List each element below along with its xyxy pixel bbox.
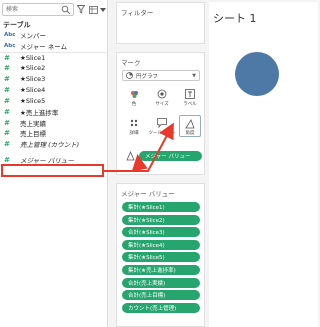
measure-pill[interactable]: 集計(★Slice4) [122,239,200,250]
chevron-down-icon[interactable] [99,3,106,16]
field-label: メンバー [20,32,46,41]
number-type-icon: # [4,107,10,116]
pie-chart-icon [126,72,133,79]
color-button[interactable]: 色 [123,86,145,108]
field-label: ★Slice1 [20,53,46,62]
tooltip-label: ツールヒント [148,131,176,136]
field-label: ★売上進捗率 [20,108,59,117]
number-type-icon: # [4,75,10,83]
section-title: テーブル [3,21,31,29]
measure-pill[interactable]: 合計(売上実績) [122,277,200,288]
field-item-sales-actual[interactable]: # 売上実績 [0,117,108,128]
mark-type-label: 円グラフ [136,73,159,80]
measure-pill[interactable]: 合計(売上目標) [122,290,200,301]
angle-button[interactable]: 角度 [179,115,201,137]
angle-pill-icon [126,151,135,161]
angle-measure-pill[interactable]: メジャー バリュー [139,151,202,161]
measure-pill[interactable]: 合計(★Slice3) [122,227,200,238]
number-type-icon: # [4,96,10,105]
pie-chart[interactable] [235,52,279,96]
chevron-down-icon: ▼ [192,73,196,79]
field-label: ★Slice4 [20,85,46,94]
marks-title: マーク [121,59,141,67]
highlight-box [1,164,104,177]
size-icon [156,88,168,100]
field-label: ★Slice2 [20,64,46,73]
field-item-slice4[interactable]: # ★Slice4 [0,84,108,95]
search-icon[interactable] [61,5,71,15]
number-type-icon: # [4,140,10,149]
angle-label: 角度 [185,131,195,136]
tooltip-button[interactable]: ツールヒント [148,115,176,137]
filter-icon[interactable] [76,3,85,16]
size-label: サイズ [155,102,169,107]
measure-pill[interactable]: 集計(★Slice2) [122,214,200,225]
sheet-canvas[interactable]: シート 1 [209,2,318,327]
measure-values-title: メジャー バリュー [121,190,175,198]
field-item-measure-names[interactable]: Abc メジャー ネーム [0,41,108,52]
size-button[interactable]: サイズ [151,86,173,108]
mark-type-dropdown[interactable]: 円グラフ ▼ [122,70,200,81]
field-item-slice3[interactable]: # ★Slice3 [0,74,108,85]
filters-title: フィルター [121,9,154,17]
field-item-member[interactable]: Abc メンバー [0,30,108,41]
sheet-title: シート 1 [213,12,257,25]
label-button[interactable]: ラベル [179,86,201,108]
field-label: 売上目標 [20,130,46,139]
text-label-icon [184,88,196,100]
tooltip-icon [156,117,168,129]
marks-card: マーク 円グラフ ▼ 色 サイズ ラベル 詳細 ツールヒント 角度 メジャー バ… [116,52,205,175]
measure-pill[interactable]: 集計(★Slice5) [122,252,200,263]
measure-values-shelf: メジャー バリュー 集計(★Slice1) 集計(★Slice2) 合計(★Sl… [116,183,205,327]
angle-icon [184,118,196,129]
color-icon [128,88,140,100]
number-type-icon: # [4,53,10,62]
detail-label: 詳細 [129,131,139,136]
field-label: 売上実績 [20,119,46,128]
detail-button[interactable]: 詳細 [123,115,145,137]
string-type-icon: Abc [4,43,16,50]
number-type-icon: # [4,129,10,138]
field-list: Abc メンバー Abc メジャー ネーム # ★Slice1 # ★Slice… [0,30,108,166]
color-label: 色 [131,102,137,107]
detail-icon [128,117,140,129]
field-item-slice5[interactable]: # ★Slice5 [0,95,108,106]
field-item-sales-count[interactable]: # 売上管理 (カウント) [0,139,108,150]
list-view-icon[interactable] [88,3,98,16]
number-type-icon: # [4,85,10,94]
number-type-icon: # [4,118,10,127]
label-label: ラベル [183,102,197,107]
string-type-icon: Abc [4,32,16,39]
measure-pill[interactable]: 集計(★Slice1) [122,202,200,212]
measure-pill[interactable]: カウント(売上管理) [122,302,200,313]
field-label: メジャー ネーム [20,43,68,52]
number-type-icon: # [4,64,10,73]
field-item-sales-progress[interactable]: # ★売上進捗率 [0,106,108,117]
search-box[interactable] [2,3,74,16]
field-label: 売上管理 (カウント) [20,141,80,150]
filters-shelf[interactable]: フィルター [116,2,205,44]
search-input[interactable] [3,4,61,15]
field-label: ★Slice5 [20,96,46,105]
field-item-slice2[interactable]: # ★Slice2 [0,63,108,74]
field-label: ★Slice3 [20,75,46,83]
measure-pill[interactable]: 集計(★売上進捗率) [122,264,200,275]
field-item-sales-target[interactable]: # 売上目標 [0,128,108,139]
search-row [2,3,106,16]
measure-pill-list: 集計(★Slice1) 集計(★Slice2) 合計(★Slice3) 集計(★… [122,202,202,315]
field-item-slice1[interactable]: # ★Slice1 [0,51,108,63]
